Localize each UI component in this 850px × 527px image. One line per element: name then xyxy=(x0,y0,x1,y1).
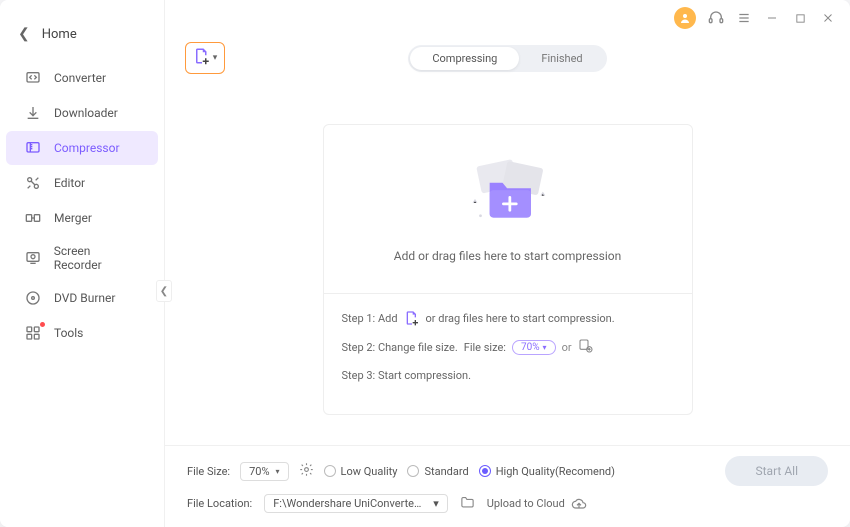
add-file-icon xyxy=(193,47,211,69)
upload-to-cloud[interactable]: Upload to Cloud xyxy=(487,496,587,512)
step-2: Step 2: Change file size. File size: 70%… xyxy=(342,338,674,357)
converter-icon xyxy=(24,69,42,87)
sidebar: ❮ Home Converter Downloader Compressor xyxy=(0,0,165,527)
sidebar-item-downloader[interactable]: Downloader xyxy=(6,96,158,130)
sidebar-item-screen-recorder[interactable]: Screen Recorder xyxy=(6,236,158,280)
step-3: Step 3: Start compression. xyxy=(342,369,674,382)
sidebar-item-label: Screen Recorder xyxy=(54,244,140,272)
main-panel: ▾ Compressing Finished xyxy=(165,0,850,527)
sidebar-item-dvd-burner[interactable]: DVD Burner xyxy=(6,281,158,315)
filesize-pill[interactable]: 70% ▾ xyxy=(512,340,556,355)
support-icon[interactable] xyxy=(708,10,724,26)
toolbar: ▾ Compressing Finished xyxy=(165,36,850,84)
filesize-label: File Size: xyxy=(187,465,230,478)
chevron-left-icon: ❮ xyxy=(160,286,168,297)
sidebar-item-merger[interactable]: Merger xyxy=(6,201,158,235)
radio-high-quality[interactable]: High Quality(Recomend) xyxy=(479,465,615,478)
tools-icon xyxy=(24,324,42,342)
dropzone-top: Add or drag files here to start compress… xyxy=(324,125,692,293)
location-label: File Location: xyxy=(187,497,252,510)
sidebar-item-label: Merger xyxy=(54,211,92,225)
step-1: Step 1: Add or drag files here to start … xyxy=(342,310,674,326)
sidebar-item-label: Compressor xyxy=(54,141,120,155)
footer: File Size: 70% ▾ Low Quality Standard xyxy=(165,445,850,527)
chevron-down-icon: ▾ xyxy=(276,467,280,476)
add-file-button[interactable]: ▾ xyxy=(185,42,225,74)
chevron-down-icon: ▾ xyxy=(433,497,439,510)
tab-finished[interactable]: Finished xyxy=(519,47,604,70)
footer-row-location: File Location: F:\Wondershare UniConvert… xyxy=(187,494,828,513)
sidebar-item-editor[interactable]: Editor xyxy=(6,166,158,200)
sidebar-item-label: Tools xyxy=(54,326,83,340)
radio-standard[interactable]: Standard xyxy=(407,465,468,478)
sidebar-item-compressor[interactable]: Compressor xyxy=(6,131,158,165)
dvd-burner-icon xyxy=(24,289,42,307)
minimize-button[interactable] xyxy=(764,10,780,26)
user-avatar[interactable] xyxy=(674,7,696,29)
location-select[interactable]: F:\Wondershare UniConverter 1 ▾ xyxy=(264,494,448,513)
sidebar-collapse-button[interactable]: ❮ xyxy=(156,280,172,302)
merger-icon xyxy=(24,209,42,227)
add-file-mini-icon xyxy=(404,310,420,326)
radio-icon xyxy=(407,465,419,477)
folder-plus-illustration xyxy=(453,151,563,231)
footer-row-filesize: File Size: 70% ▾ Low Quality Standard xyxy=(187,456,828,486)
editor-icon xyxy=(24,174,42,192)
dropzone[interactable]: Add or drag files here to start compress… xyxy=(323,124,693,415)
sidebar-item-label: Editor xyxy=(54,176,85,190)
dropzone-text: Add or drag files here to start compress… xyxy=(344,249,672,263)
maximize-button[interactable] xyxy=(792,10,808,26)
radio-low-quality[interactable]: Low Quality xyxy=(324,465,398,478)
open-folder-icon[interactable] xyxy=(460,495,475,513)
menu-icon[interactable] xyxy=(736,10,752,26)
home-label: Home xyxy=(42,27,77,42)
downloader-icon xyxy=(24,104,42,122)
titlebar xyxy=(165,0,850,36)
chevron-down-icon: ▾ xyxy=(213,53,218,63)
content-area: Add or drag files here to start compress… xyxy=(165,84,850,445)
radio-icon xyxy=(479,465,491,477)
screen-recorder-icon xyxy=(24,249,42,267)
sidebar-home[interactable]: ❮ Home xyxy=(0,12,164,60)
sidebar-item-label: Downloader xyxy=(54,106,118,120)
sidebar-item-tools[interactable]: Tools xyxy=(6,316,158,350)
radio-icon xyxy=(324,465,336,477)
close-button[interactable] xyxy=(820,10,836,26)
sidebar-item-label: DVD Burner xyxy=(54,291,115,305)
chevron-down-icon: ▾ xyxy=(543,343,547,352)
tabset: Compressing Finished xyxy=(408,45,606,72)
dropzone-steps: Step 1: Add or drag files here to start … xyxy=(324,293,692,414)
filesize-select[interactable]: 70% ▾ xyxy=(240,462,288,481)
tab-compressing[interactable]: Compressing xyxy=(410,47,519,70)
back-icon: ❮ xyxy=(18,26,30,42)
settings-icon[interactable] xyxy=(299,462,314,480)
cloud-icon xyxy=(571,496,587,512)
per-file-settings-icon[interactable] xyxy=(578,338,594,357)
compressor-icon xyxy=(24,139,42,157)
sidebar-item-label: Converter xyxy=(54,71,106,85)
start-all-button[interactable]: Start All xyxy=(725,456,828,486)
sidebar-item-converter[interactable]: Converter xyxy=(6,61,158,95)
app-window: ❮ Home Converter Downloader Compressor xyxy=(0,0,850,527)
